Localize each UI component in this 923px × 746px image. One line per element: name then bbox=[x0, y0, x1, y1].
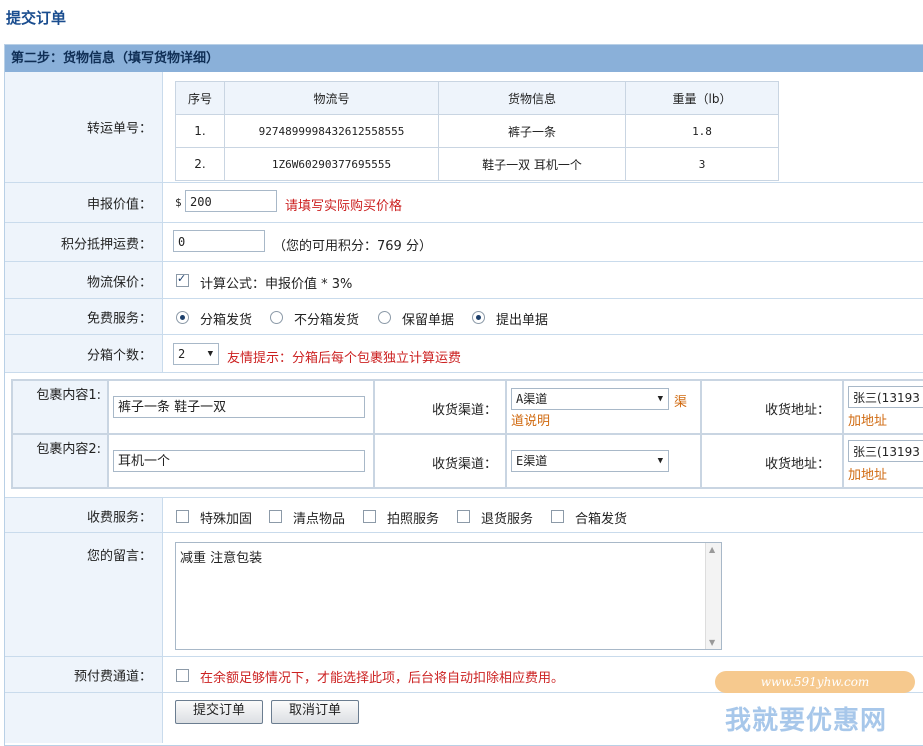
package-2: 包裹内容2: 耳机一个 收货渠道： E渠道 ▼ 收货地址： 张三(13193 加… bbox=[11, 433, 923, 489]
prepay-text: 在余额足够情况下，才能选择此项，后台将自动扣除相应费用。 bbox=[200, 671, 565, 686]
checkbox-return[interactable] bbox=[457, 510, 470, 523]
points-label: 积分抵押运费： bbox=[60, 237, 152, 252]
checkbox-label: 退货服务 bbox=[481, 512, 534, 527]
checkbox-label: 合箱发货 bbox=[575, 512, 628, 527]
package-1: 包裹内容1: 裤子一条 鞋子一双 收货渠道： A渠道 ▼ 渠 道说明 收货地址：… bbox=[11, 379, 923, 435]
row-split: 分箱个数： 2 ▼ 友情提示：分箱后每个包裹独立计算运费 bbox=[5, 334, 923, 373]
radio-no-split[interactable] bbox=[270, 311, 283, 324]
declared-label: 申报价值： bbox=[86, 197, 152, 213]
points-input[interactable]: 0 bbox=[173, 230, 265, 252]
row-insurance: 物流保价： 计算公式：申报价值 * 3% bbox=[5, 261, 923, 299]
insurance-checkbox[interactable] bbox=[176, 272, 189, 287]
textarea-scrollbar[interactable]: ▲ ▼ bbox=[705, 543, 721, 649]
cell-weight: 3 bbox=[625, 147, 779, 181]
cell-no: 1. bbox=[175, 114, 225, 148]
table-row: 1. 9274899998432612558555 裤子一条 1.8 bbox=[175, 114, 779, 148]
transfer-table: 序号 物流号 货物信息 重量（lb） 1. 927489999843261255… bbox=[175, 81, 779, 181]
checkbox-label: 清点物品 bbox=[293, 512, 346, 527]
add-address-link[interactable]: 加地址 bbox=[848, 464, 887, 483]
address-label: 收货地址： bbox=[764, 457, 830, 472]
row-packages: 包裹内容1: 裤子一条 鞋子一双 收货渠道： A渠道 ▼ 渠 道说明 收货地址：… bbox=[5, 372, 923, 492]
declared-hint: 请填写实际购买价格 bbox=[285, 199, 403, 214]
col-header-tracking: 物流号 bbox=[224, 81, 439, 115]
scroll-down-icon[interactable]: ▼ bbox=[709, 638, 715, 647]
insurance-formula: 计算公式：申报价值 * 3% bbox=[200, 277, 353, 292]
message-textarea[interactable]: 减重 注意包装 ▲ ▼ bbox=[175, 542, 722, 650]
cell-no: 2. bbox=[175, 147, 225, 181]
watermark-url: www.591yhw.com bbox=[760, 675, 870, 689]
cell-goods: 鞋子一双 耳机一个 bbox=[438, 147, 626, 181]
radio-label: 分箱发货 bbox=[200, 313, 253, 328]
cell-tracking: 1Z6W60290377695555 bbox=[224, 147, 439, 181]
address-select[interactable]: 张三(13193 bbox=[848, 440, 923, 462]
chevron-down-icon: ▼ bbox=[657, 394, 663, 404]
checkbox-label: 拍照服务 bbox=[387, 512, 440, 527]
col-header-weight: 重量（lb） bbox=[625, 81, 779, 115]
paid-service-label: 收费服务： bbox=[86, 510, 152, 525]
transfer-label: 转运单号： bbox=[86, 121, 152, 137]
channel-label: 收货渠道： bbox=[431, 403, 497, 418]
prepay-label: 预付费通道： bbox=[73, 669, 152, 685]
page-title: 提交订单 bbox=[6, 9, 67, 27]
free-service-label: 免费服务： bbox=[86, 311, 152, 327]
radio-label: 保留单据 bbox=[402, 313, 455, 328]
channel-select[interactable]: A渠道 ▼ bbox=[511, 388, 669, 410]
scroll-up-icon[interactable]: ▲ bbox=[709, 545, 715, 554]
row-declared: 申报价值： $ 200 请填写实际购买价格 bbox=[5, 182, 923, 223]
split-label: 分箱个数： bbox=[86, 348, 152, 364]
row-paid-service: 收费服务： 特殊加固 清点物品 拍照服务 退货服务 合箱发货 bbox=[5, 497, 923, 533]
radio-label: 提出单据 bbox=[496, 313, 549, 328]
channel-select[interactable]: E渠道 ▼ bbox=[511, 450, 669, 472]
radio-split-ship[interactable] bbox=[176, 311, 189, 324]
checkbox-count-items[interactable] bbox=[269, 510, 282, 523]
insurance-label: 物流保价： bbox=[86, 275, 152, 290]
radio-keep-receipt[interactable] bbox=[378, 311, 391, 324]
split-count-select[interactable]: 2 ▼ bbox=[173, 343, 219, 365]
address-select[interactable]: 张三(13193 bbox=[848, 386, 923, 408]
row-free-service: 免费服务： 分箱发货 不分箱发货 保留单据 提出单据 bbox=[5, 298, 923, 335]
channel-value: E渠道 bbox=[516, 454, 548, 468]
package-content-input[interactable]: 耳机一个 bbox=[113, 450, 365, 472]
channel-value: A渠道 bbox=[516, 392, 548, 406]
submit-order-button[interactable]: 提交订单 bbox=[175, 700, 263, 724]
checkbox-label: 特殊加固 bbox=[200, 512, 253, 527]
col-header-no: 序号 bbox=[175, 81, 225, 115]
channel-info-link[interactable]: 道说明 bbox=[511, 410, 550, 429]
site-watermark-logo: www.591yhw.com 我就要优惠网 bbox=[707, 667, 923, 738]
add-address-link[interactable]: 加地址 bbox=[848, 410, 887, 429]
message-text: 减重 注意包装 bbox=[180, 551, 263, 566]
radio-label: 不分箱发货 bbox=[294, 313, 360, 328]
points-note: （您的可用积分：769 分） bbox=[273, 239, 432, 254]
package-content-input[interactable]: 裤子一条 鞋子一双 bbox=[113, 396, 365, 418]
message-label: 您的留言： bbox=[86, 549, 152, 564]
split-count-value: 2 bbox=[178, 347, 186, 361]
checkbox-photo[interactable] bbox=[363, 510, 376, 523]
split-hint: 友情提示：分箱后每个包裹独立计算运费 bbox=[227, 351, 462, 366]
section-title: 第二步：货物信息（填写货物详细） bbox=[5, 45, 923, 72]
checkbox-reinforce[interactable] bbox=[176, 510, 189, 523]
radio-take-receipt[interactable] bbox=[472, 311, 485, 324]
address-label: 收货地址： bbox=[764, 403, 830, 418]
channel-info-link[interactable]: 渠 bbox=[674, 391, 687, 410]
cell-weight: 1.8 bbox=[625, 114, 779, 148]
channel-label: 收货渠道： bbox=[431, 457, 497, 472]
chevron-down-icon: ▼ bbox=[207, 349, 213, 359]
chevron-down-icon: ▼ bbox=[657, 456, 663, 466]
row-transfer: 转运单号： 序号 物流号 货物信息 重量（lb） 1. 927489999843… bbox=[5, 72, 923, 182]
order-form: 第二步：货物信息（填写货物详细） 转运单号： 序号 物流号 货物信息 重量（lb… bbox=[4, 44, 923, 746]
checkbox-combine[interactable] bbox=[551, 510, 564, 523]
package-label: 包裹内容1: bbox=[36, 388, 101, 403]
cell-goods: 裤子一条 bbox=[438, 114, 626, 148]
cell-tracking: 9274899998432612558555 bbox=[224, 114, 439, 148]
prepay-checkbox[interactable] bbox=[176, 669, 189, 682]
currency-symbol: $ bbox=[175, 196, 182, 209]
col-header-goods: 货物信息 bbox=[438, 81, 626, 115]
declared-value-input[interactable]: 200 bbox=[185, 190, 277, 212]
cancel-order-button[interactable]: 取消订单 bbox=[271, 700, 359, 724]
package-label: 包裹内容2: bbox=[36, 442, 101, 457]
row-message: 您的留言： 减重 注意包装 ▲ ▼ bbox=[5, 532, 923, 657]
table-row: 2. 1Z6W60290377695555 鞋子一双 耳机一个 3 bbox=[175, 147, 779, 181]
watermark-name: 我就要优惠网 bbox=[725, 706, 888, 736]
row-points: 积分抵押运费： 0 （您的可用积分：769 分） bbox=[5, 222, 923, 262]
